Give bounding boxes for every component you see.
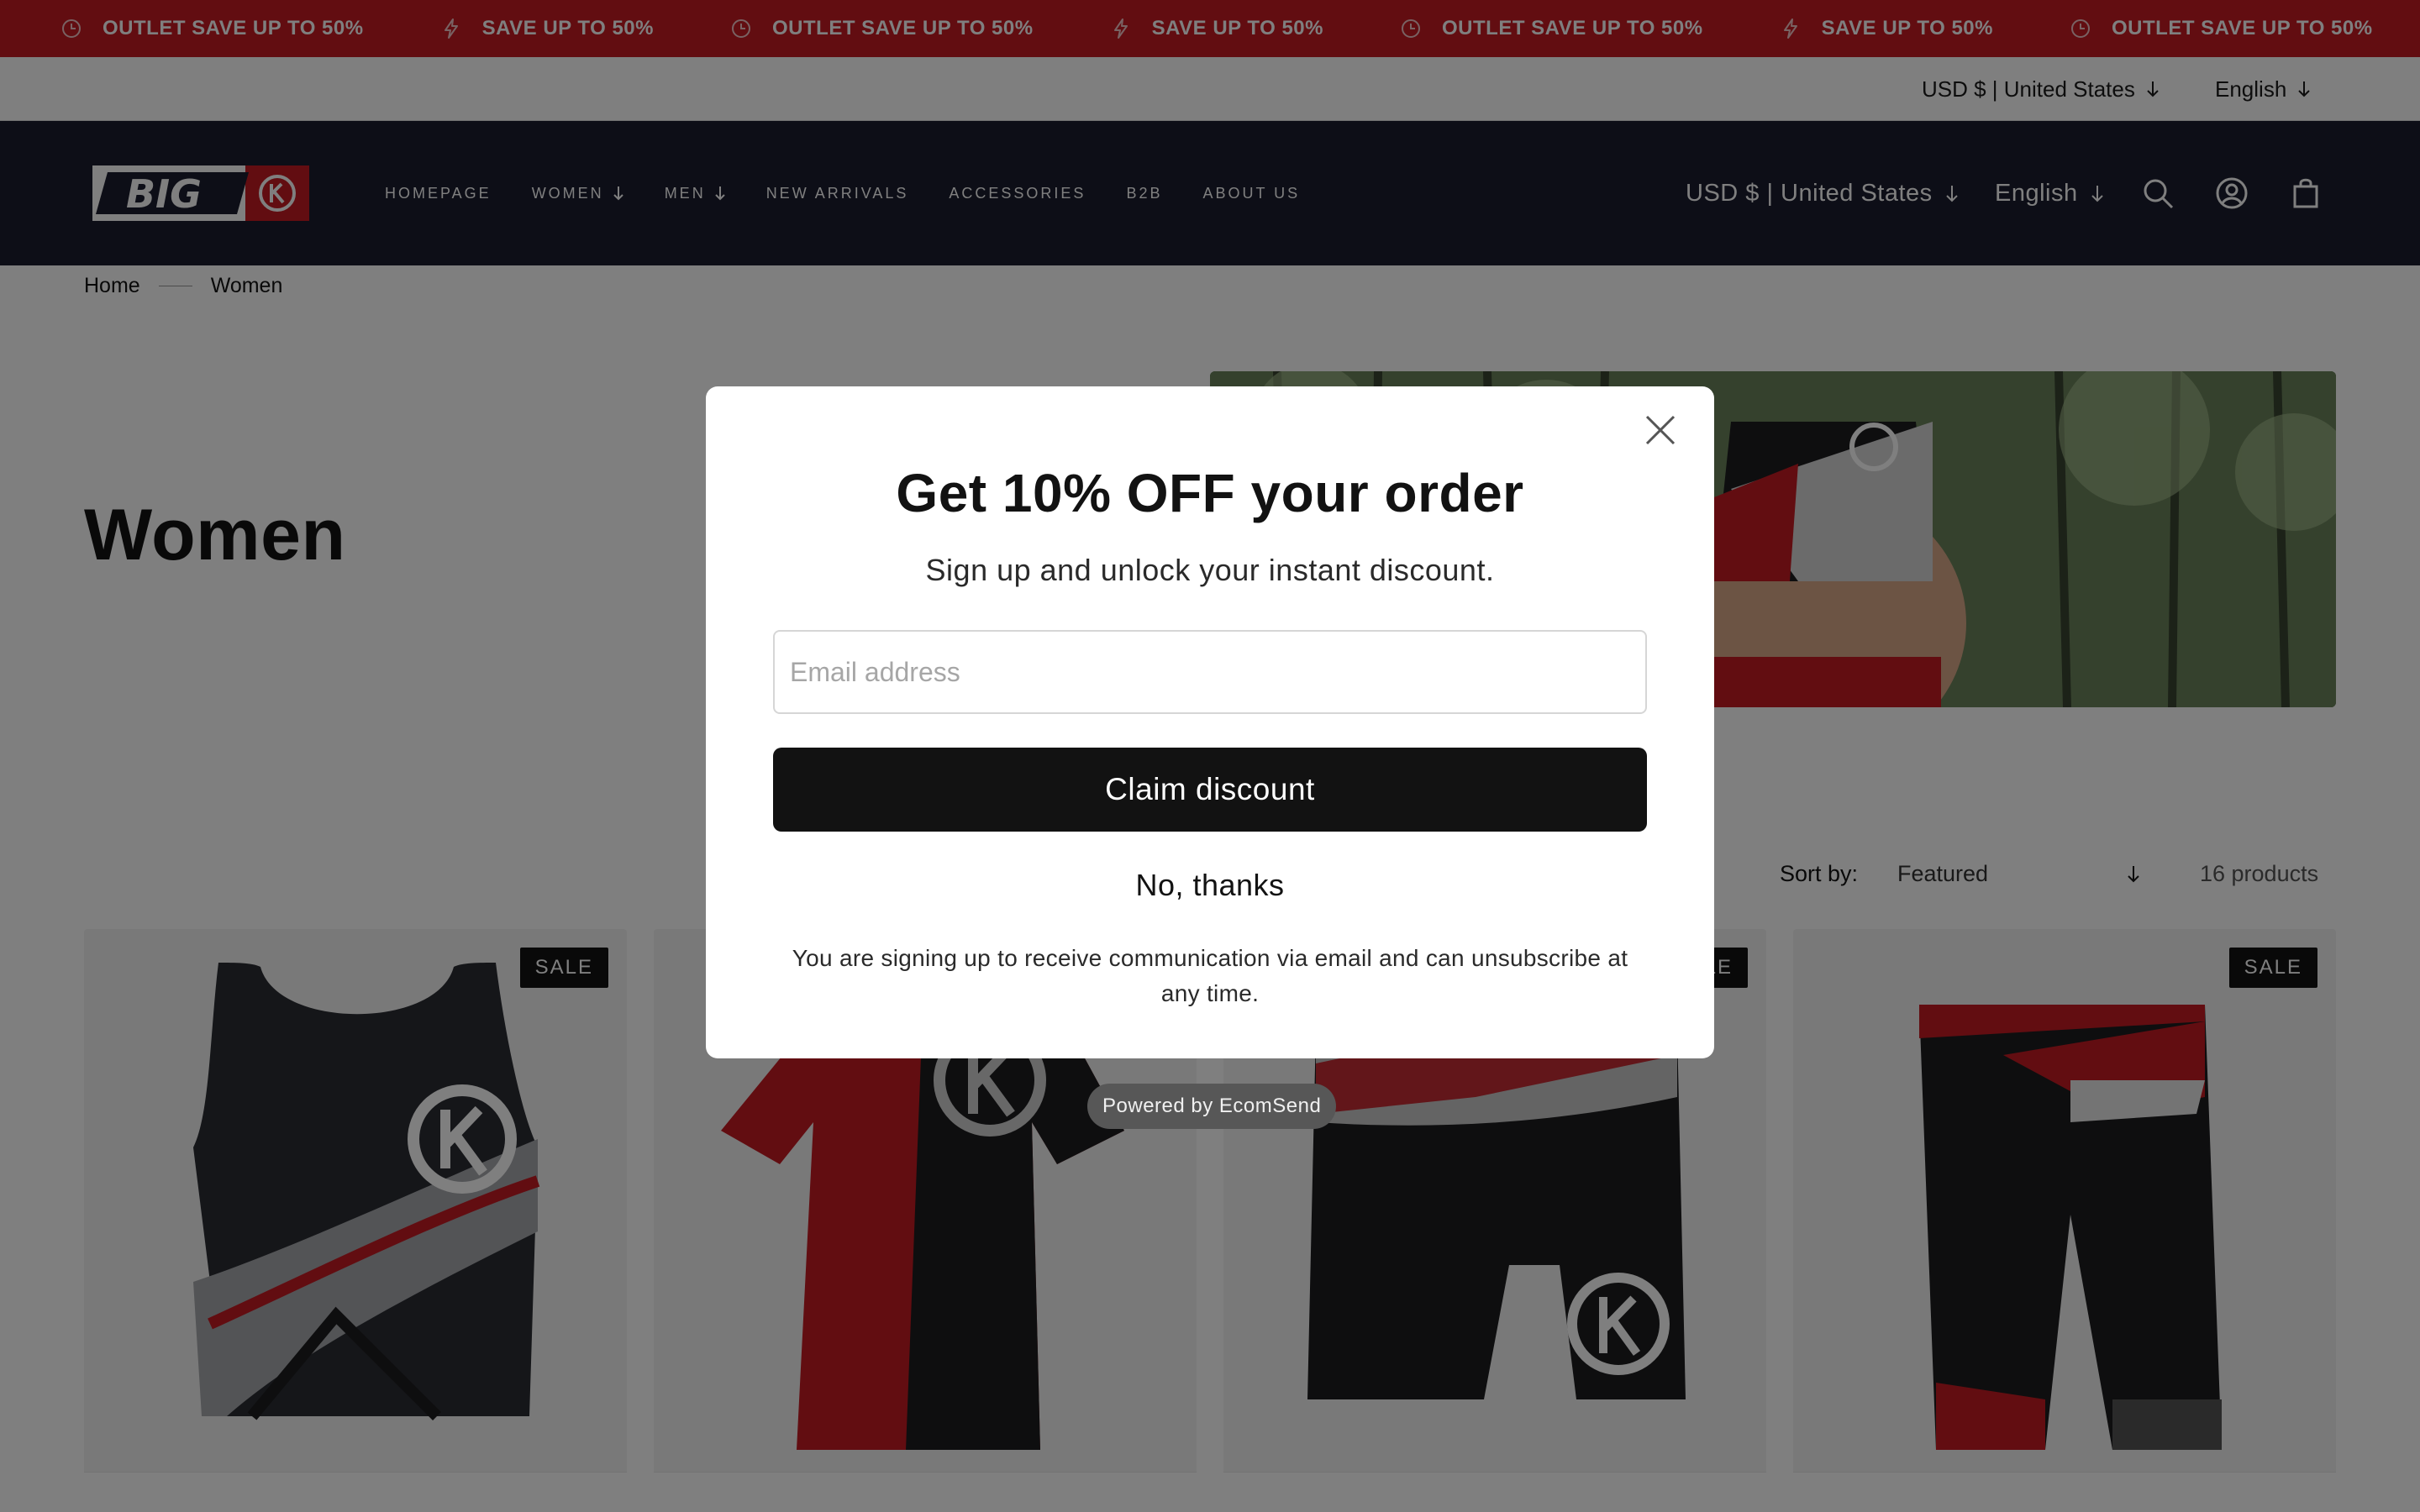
- popup-subtitle: Sign up and unlock your instant discount…: [925, 553, 1495, 587]
- popup-disclaimer: You are signing up to receive communicat…: [792, 945, 1628, 1006]
- claim-discount-button[interactable]: Claim discount: [773, 748, 1647, 832]
- email-field[interactable]: [773, 630, 1647, 714]
- powered-by-badge[interactable]: Powered by EcomSend: [1087, 1084, 1337, 1129]
- close-icon[interactable]: [1639, 408, 1682, 452]
- discount-popup: Get 10% OFF your order Sign up and unloc…: [706, 386, 1714, 1058]
- popup-title: Get 10% OFF your order: [896, 463, 1524, 523]
- no-thanks-link[interactable]: No, thanks: [706, 868, 1714, 903]
